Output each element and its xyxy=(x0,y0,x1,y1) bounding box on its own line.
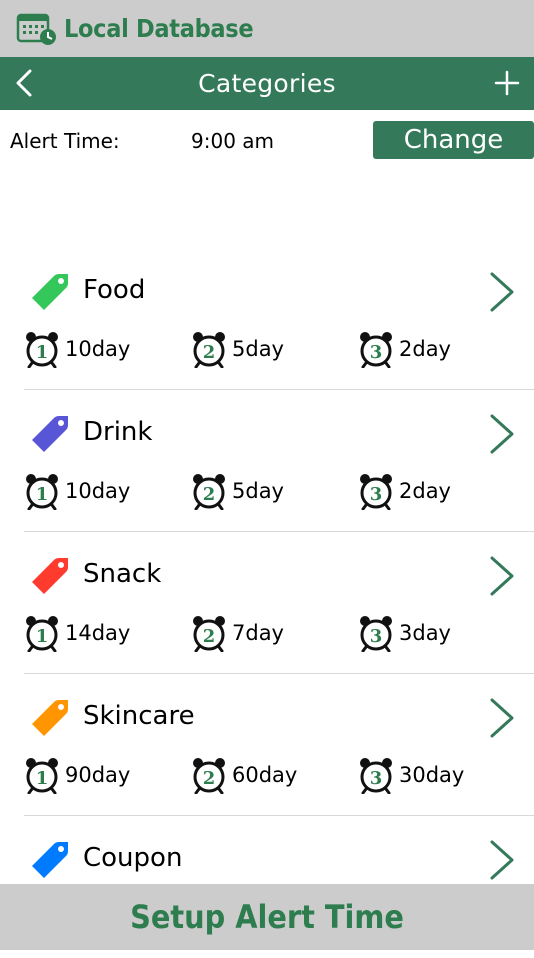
chevron-right-icon[interactable] xyxy=(486,412,518,456)
alarm-item: 2 7day xyxy=(190,614,284,652)
alert-time-label: Alert Time: xyxy=(10,129,120,153)
page-title: Categories xyxy=(198,69,336,98)
alarm-days: 2day xyxy=(399,337,451,361)
alarm-item: 1 14day xyxy=(23,614,130,652)
alarm-item: 1 10day xyxy=(23,472,130,510)
alarm-clock-icon: 1 xyxy=(26,332,58,368)
alarm-days: 90day xyxy=(65,763,131,787)
alarm-days: 3day xyxy=(399,621,451,645)
alarm-days: 30day xyxy=(399,763,465,787)
alarm-item: 2 5day xyxy=(190,472,284,510)
alarm-clock-icon: 2 xyxy=(193,758,225,794)
chevron-right-icon[interactable] xyxy=(486,270,518,314)
category-name: Coupon xyxy=(83,843,183,873)
alarm-item: 3 3day xyxy=(357,614,451,652)
category-row[interactable]: Drink 1 10day 2 5day 3 2day xyxy=(0,390,534,532)
svg-text:2: 2 xyxy=(203,484,216,505)
calendar-clock-icon xyxy=(16,12,58,46)
svg-text:1: 1 xyxy=(36,484,49,505)
alarm-item: 1 10day xyxy=(23,330,130,368)
chevron-right-icon[interactable] xyxy=(486,554,518,598)
alarm-item: 2 5day xyxy=(190,330,284,368)
alarm-days: 5day xyxy=(232,479,284,503)
category-name: Skincare xyxy=(83,701,195,731)
alert-time-row: Alert Time: 9:00 am Change xyxy=(0,120,534,162)
alarm-days: 10day xyxy=(65,337,131,361)
alarm-clock-icon: 2 xyxy=(193,332,225,368)
app-header: Local Database xyxy=(0,0,534,57)
alarm-item: 2 60day xyxy=(190,756,297,794)
price-tag-icon xyxy=(28,836,74,882)
setup-alert-time-button[interactable]: Setup Alert Time xyxy=(0,884,534,950)
category-name: Food xyxy=(83,275,146,305)
change-button[interactable]: Change xyxy=(373,121,534,159)
setup-alert-time-label: Setup Alert Time xyxy=(130,898,404,936)
nav-bar: Categories xyxy=(0,57,534,110)
price-tag-icon xyxy=(28,552,74,598)
alarm-item: 3 2day xyxy=(357,472,451,510)
price-tag-icon xyxy=(28,268,74,314)
svg-text:3: 3 xyxy=(370,768,383,789)
alarm-days: 14day xyxy=(65,621,131,645)
alarm-clock-icon: 3 xyxy=(360,474,392,510)
alarm-item: 3 2day xyxy=(357,330,451,368)
alarm-days: 5day xyxy=(232,337,284,361)
alarm-days: 10day xyxy=(65,479,131,503)
alarm-days: 2day xyxy=(399,479,451,503)
svg-text:1: 1 xyxy=(36,768,49,789)
category-name: Snack xyxy=(83,559,162,589)
alarm-clock-icon: 2 xyxy=(193,474,225,510)
chevron-right-icon[interactable] xyxy=(486,696,518,740)
alarm-clock-icon: 3 xyxy=(360,332,392,368)
svg-text:3: 3 xyxy=(370,342,383,363)
alarm-item: 3 30day xyxy=(357,756,464,794)
category-row[interactable]: Snack 1 14day 2 7day 3 3day xyxy=(0,532,534,674)
alarm-clock-icon: 1 xyxy=(26,616,58,652)
app-title: Local Database xyxy=(64,14,254,43)
alarm-clock-icon: 1 xyxy=(26,758,58,794)
alarm-clock-icon: 3 xyxy=(360,758,392,794)
svg-text:1: 1 xyxy=(36,626,49,647)
category-list: Food 1 10day 2 5day 3 2day Drink 1 10day 2 5day 3 2da… xyxy=(0,248,534,958)
price-tag-icon xyxy=(28,410,74,456)
category-name: Drink xyxy=(83,417,153,447)
alert-time-value: 9:00 am xyxy=(191,129,275,153)
chevron-left-icon[interactable] xyxy=(10,67,40,99)
chevron-right-icon[interactable] xyxy=(486,838,518,882)
svg-text:2: 2 xyxy=(203,626,216,647)
alarm-clock-icon: 3 xyxy=(360,616,392,652)
svg-text:3: 3 xyxy=(370,626,383,647)
alarm-days: 7day xyxy=(232,621,284,645)
category-row[interactable]: Food 1 10day 2 5day 3 2day xyxy=(0,248,534,390)
svg-text:2: 2 xyxy=(203,768,216,789)
alarm-item: 1 90day xyxy=(23,756,130,794)
svg-text:2: 2 xyxy=(203,342,216,363)
svg-text:1: 1 xyxy=(36,342,49,363)
svg-text:3: 3 xyxy=(370,484,383,505)
plus-icon[interactable] xyxy=(492,67,522,99)
alarm-clock-icon: 1 xyxy=(26,474,58,510)
alarm-clock-icon: 2 xyxy=(193,616,225,652)
category-row[interactable]: Skincare 1 90day 2 60day 3 30day xyxy=(0,674,534,816)
price-tag-icon xyxy=(28,694,74,740)
alarm-days: 60day xyxy=(232,763,298,787)
